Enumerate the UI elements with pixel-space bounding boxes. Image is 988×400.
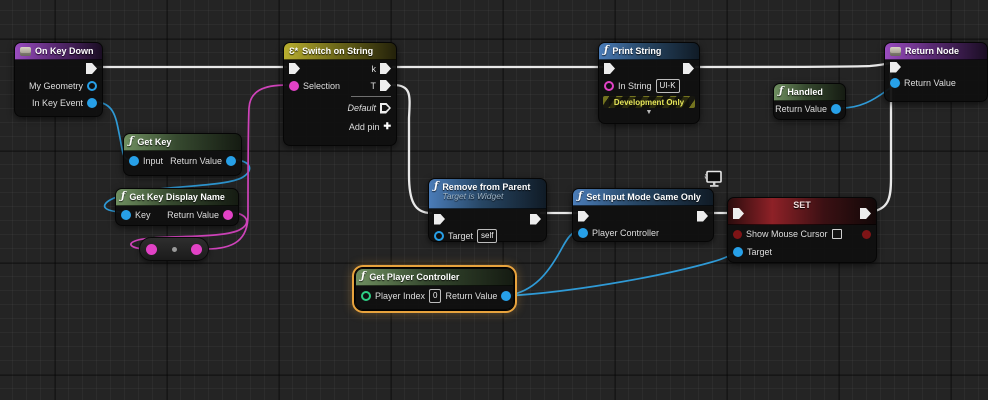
pin-label: In Key Event [31,97,83,108]
pin-label: Return Value [170,156,222,166]
node-title: Set Input Mode Game Only [586,192,701,202]
player-controller-pin[interactable] [578,227,588,238]
pin-label: Player Index [375,290,426,301]
conversion-out-pin[interactable] [191,243,202,255]
conversion-in-pin[interactable] [146,243,157,255]
key-pin[interactable] [121,209,131,220]
node-get-key-display-name[interactable]: ƒ Get Key Display Name Key Return Value [115,188,239,226]
pin-label: Target [747,247,773,257]
function-icon: ƒ [779,86,784,97]
collapse-arrow-icon[interactable]: ▼ [599,109,699,117]
pin-label: T [370,80,377,91]
exec-in-pin[interactable] [890,61,901,73]
pin-label: Key [135,209,151,220]
node-handled[interactable]: ƒ Handled Return Value [773,83,846,120]
case-k-exec-out-pin[interactable] [380,63,391,74]
node-return-node[interactable]: Return Node Return Value [884,42,988,102]
wire-exec-switcht-remove [391,83,433,215]
node-title: Get Player Controller [369,272,460,282]
node-on-key-down[interactable]: On Key Down My Geometry In Key Event [14,42,103,117]
target-pin[interactable] [434,230,444,241]
event-box-icon [890,46,901,56]
show-mouse-cursor-checkbox[interactable] [831,229,842,239]
function-icon: ƒ [434,181,439,192]
node-subtitle: Target is Widget [442,191,504,201]
return-value-pin[interactable] [226,156,236,166]
pin-label: Input [143,156,164,166]
show-mouse-cursor-pin[interactable] [733,229,742,239]
node-title: Get Key Display Name [129,192,225,202]
node-get-key[interactable]: ƒ Get Key Input Return Value [123,133,242,176]
exec-in-pin[interactable] [578,210,589,222]
pin-label: In String [618,80,652,91]
case-t-exec-out-pin[interactable] [380,80,391,91]
function-icon: ƒ [361,271,366,282]
add-pin-label: Add pin [348,121,380,132]
node-title: SET [793,200,811,210]
value-out-pin[interactable] [862,229,871,239]
function-icon: ƒ [578,191,583,202]
node-remove-from-parent[interactable]: ƒ Remove from Parent Target is Widget Ta… [428,178,547,243]
wire-getpc-settarget [503,250,738,297]
node-title: Get Key [137,137,172,147]
blueprint-graph-canvas[interactable]: On Key Down My Geometry In Key Event ƒ G… [0,0,988,400]
node-title: On Key Down [35,46,94,56]
conversion-node[interactable] [139,237,209,261]
pin-label: My Geometry [28,80,83,91]
function-icon: ƒ [604,45,609,56]
exec-in-pin[interactable] [289,63,300,74]
return-value-pin[interactable] [501,290,512,301]
return-value-pin[interactable] [223,209,233,220]
function-icon: ƒ [121,191,126,202]
pin-label: Return Value [445,290,498,301]
in-string-pin[interactable] [604,80,614,91]
pin-label: Return Value [775,104,827,114]
pin-label: Return Value [167,209,219,220]
switch-icon: Ɛ* [289,46,299,56]
conversion-dot-icon [171,246,177,252]
node-switch-on-string[interactable]: Ɛ* Switch on String k Selection T Defaul… [283,42,397,146]
default-exec-out-pin[interactable] [380,102,391,114]
target-value-field[interactable]: self [477,228,498,243]
pin-label: Default [347,103,376,113]
pin-label: Return Value [904,78,956,88]
node-get-player-controller[interactable]: ƒ Get Player Controller Player Index 0 R… [355,268,514,310]
player-index-field[interactable]: 0 [429,288,442,303]
pin-label: Target [448,230,474,241]
pin-label: Player Controller [592,227,660,238]
in-key-event-pin[interactable] [87,97,97,108]
return-value-pin[interactable] [890,78,900,88]
exec-out-pin[interactable] [683,63,694,74]
player-index-pin[interactable] [361,290,371,301]
return-value-pin[interactable] [831,104,841,114]
pin-label: k [371,63,377,74]
node-set-show-mouse-cursor[interactable]: SET Show Mouse Cursor Target [727,197,877,263]
target-pin[interactable] [733,247,743,257]
exec-in-pin[interactable] [604,63,615,74]
pin-label: Show Mouse Cursor [746,229,828,239]
monitor-icon [704,170,723,190]
input-pin[interactable] [129,156,139,166]
exec-out-pin[interactable] [697,210,708,222]
function-icon: ƒ [129,136,134,147]
pin-label: Selection [303,80,341,91]
node-title: Return Node [905,46,959,56]
exec-out-pin[interactable] [530,213,541,225]
wire-exec-print-return [694,60,895,69]
add-pin-icon[interactable]: ✚ [383,121,391,132]
development-only-banner: Development Only [603,96,695,108]
exec-in-pin[interactable] [434,213,445,225]
node-title: Handled [787,87,823,97]
node-set-input-mode-game-only[interactable]: ƒ Set Input Mode Game Only Player Contro… [572,170,722,242]
event-box-icon [20,46,31,56]
in-string-field[interactable]: UI-K [655,78,680,93]
exec-out-pin[interactable] [86,63,97,74]
selection-pin[interactable] [289,80,299,91]
my-geometry-pin[interactable] [87,80,97,91]
node-title: Switch on String [302,46,374,56]
node-print-string[interactable]: ƒ Print String In String UI-K Developmen… [598,42,700,124]
node-title: Print String [612,46,662,56]
divider [351,96,391,97]
